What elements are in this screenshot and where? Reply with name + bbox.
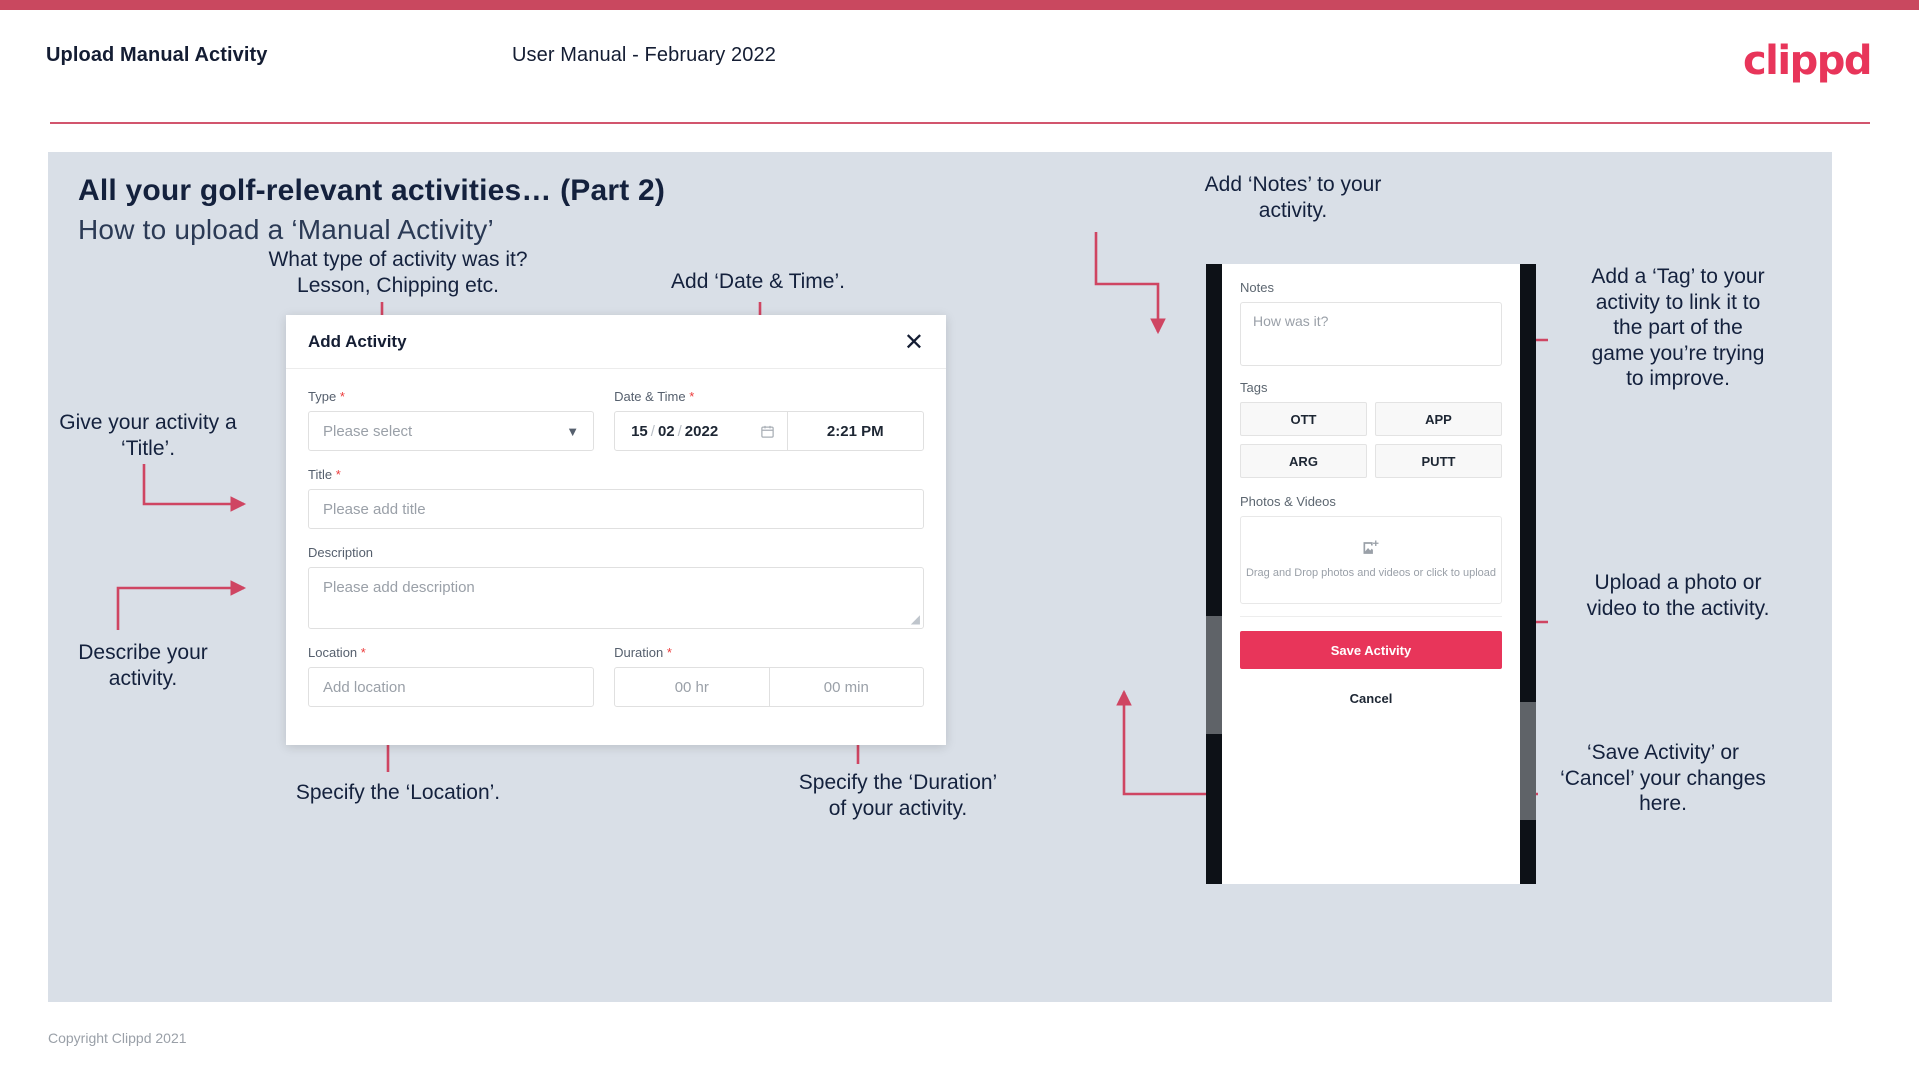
page-subtitle: User Manual - February 2022 [512, 44, 776, 66]
description-textarea[interactable]: Please add description ◢ [308, 567, 924, 629]
photos-label: Photos & Videos [1240, 494, 1336, 509]
annotation-tags: Add a ‘Tag’ to your activity to link it … [1591, 265, 1765, 391]
duration-hours-input[interactable]: 00 hr [615, 668, 768, 706]
field-description: Description Please add description ◢ [308, 545, 924, 629]
scrollbar-thumb[interactable] [1520, 702, 1536, 820]
location-input[interactable]: Add location [308, 667, 595, 707]
field-duration: Duration * 00 hr 00 min [614, 645, 924, 707]
dropzone-text: Drag and Drop photos and videos or click… [1245, 567, 1497, 580]
annotation-title: Give your activity a ‘Title’. [59, 411, 237, 460]
tag-ott[interactable]: OTT [1240, 402, 1367, 436]
field-type: Type * Please select ▼ [308, 389, 595, 451]
dialog-header: Add Activity ✕ [286, 315, 946, 369]
description-placeholder: Please add description [323, 579, 475, 596]
tag-putt[interactable]: PUTT [1375, 444, 1502, 478]
save-activity-button[interactable]: Save Activity [1240, 631, 1502, 669]
notes-label: Notes [1240, 280, 1274, 295]
mobile-preview: Notes How was it? Tags OTT APP ARG PUTT … [1206, 264, 1536, 884]
row-location-duration: Location * Add location Duration * 00 hr… [308, 645, 924, 723]
notes-placeholder: How was it? [1253, 313, 1329, 329]
scrollbar-left[interactable] [1206, 264, 1222, 884]
resize-handle-icon[interactable]: ◢ [911, 612, 920, 626]
footer-copyright: Copyright Clippd 2021 [48, 1030, 187, 1046]
row-type-datetime: Type * Please select ▼ Date & Time * 15/… [308, 389, 924, 467]
type-select[interactable]: Please select ▼ [308, 411, 595, 451]
add-image-icon [1363, 540, 1379, 554]
mobile-divider [1240, 616, 1502, 617]
field-title: Title * Please add title [308, 467, 924, 529]
field-location: Location * Add location [308, 645, 595, 707]
slide-panel: All your golf-relevant activities… (Part… [48, 152, 1832, 1002]
slide-subtitle: How to upload a ‘Manual Activity’ [78, 214, 494, 245]
annotation-description: Describe your activity. [78, 641, 208, 690]
chevron-down-icon: ▼ [566, 423, 580, 439]
required-marker: * [339, 389, 345, 404]
scrollbar-thumb[interactable] [1206, 616, 1222, 734]
add-activity-dialog: Add Activity ✕ Type * Please select ▼ Da… [286, 315, 946, 745]
dialog-title: Add Activity [308, 331, 407, 351]
annotation-upload: Upload a photo or video to the activity. [1586, 571, 1770, 620]
required-marker: * [666, 645, 672, 660]
location-placeholder: Add location [323, 678, 406, 696]
header-divider [50, 122, 1870, 124]
title-placeholder: Please add title [323, 500, 426, 518]
datetime-label: Date & Time * [614, 389, 695, 404]
required-marker: * [689, 389, 695, 404]
tag-arg[interactable]: ARG [1240, 444, 1367, 478]
datetime-control: 15/02/2022 2:21 PM [614, 411, 924, 451]
field-datetime: Date & Time * 15/02/2022 2:21 PM [614, 389, 924, 451]
title-input[interactable]: Please add title [308, 489, 924, 529]
required-marker: * [335, 467, 341, 482]
annotation-datetime: Add ‘Date & Time’. [671, 270, 845, 293]
date-day: 15 [631, 422, 648, 440]
location-label: Location * [308, 645, 366, 660]
scrollbar-right[interactable] [1520, 264, 1536, 884]
duration-minutes-input[interactable]: 00 min [768, 668, 923, 706]
annotation-type: What type of activity was it? Lesson, Ch… [268, 248, 528, 297]
tag-app[interactable]: APP [1375, 402, 1502, 436]
annotation-save: ‘Save Activity’ or ‘Cancel’ your changes… [1560, 741, 1766, 816]
date-month: 02 [657, 422, 675, 440]
annotation-duration: Specify the ‘Duration’ of your activity. [798, 771, 998, 820]
type-label: Type * [308, 389, 345, 404]
description-label: Description [308, 545, 374, 560]
annotation-location: Specify the ‘Location’. [295, 781, 501, 804]
required-marker: * [360, 645, 366, 660]
title-label: Title * [308, 467, 341, 482]
tags-grid: OTT APP ARG PUTT [1240, 402, 1502, 478]
date-input[interactable]: 15/02/2022 [615, 412, 788, 450]
notes-textarea[interactable]: How was it? [1240, 302, 1502, 366]
page-title: Upload Manual Activity [46, 44, 268, 66]
dialog-body: Type * Please select ▼ Date & Time * 15/… [286, 369, 946, 723]
duration-label: Duration * [614, 645, 672, 660]
slide-title: All your golf-relevant activities… (Part… [78, 174, 666, 207]
type-placeholder: Please select [323, 422, 413, 440]
time-input[interactable]: 2:21 PM [788, 412, 923, 450]
slide-root: Upload Manual Activity User Manual - Feb… [0, 0, 1919, 1079]
cancel-button[interactable]: Cancel [1240, 691, 1502, 706]
date-year: 2022 [684, 422, 719, 440]
annotation-notes: Add ‘Notes’ to your activity. [1204, 173, 1382, 222]
top-accent-bar [0, 0, 1919, 10]
mobile-screen: Notes How was it? Tags OTT APP ARG PUTT … [1222, 264, 1520, 884]
calendar-icon[interactable] [760, 424, 775, 439]
clippd-logo: clippd [1742, 38, 1873, 84]
tags-label: Tags [1240, 380, 1268, 395]
duration-control: 00 hr 00 min [614, 667, 924, 707]
photo-dropzone[interactable]: Drag and Drop photos and videos or click… [1240, 516, 1502, 604]
close-icon[interactable]: ✕ [904, 330, 924, 354]
